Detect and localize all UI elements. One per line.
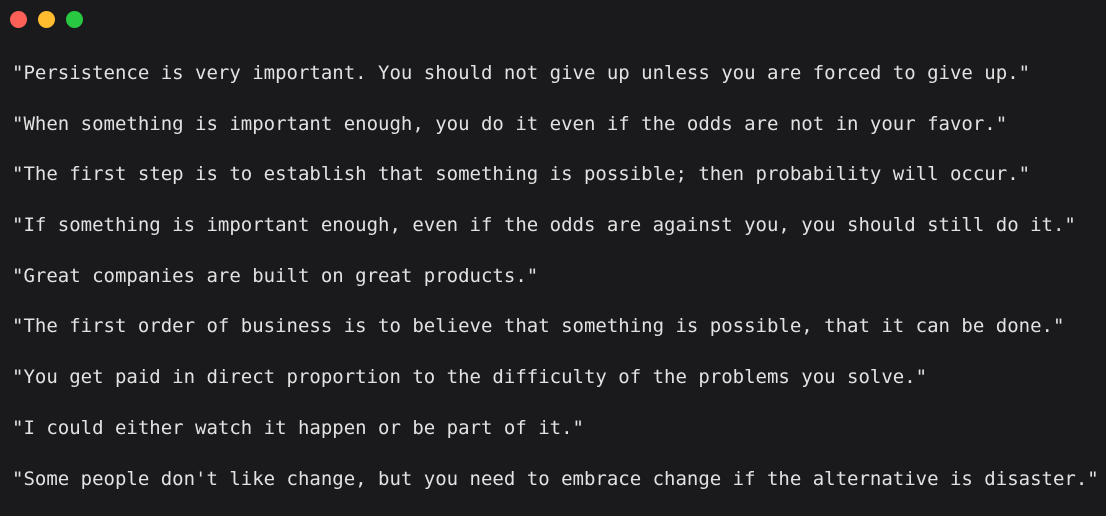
quote-line: "If something is important enough, even … bbox=[12, 212, 1099, 263]
close-button[interactable] bbox=[10, 11, 27, 28]
quote-line: "Persistence is very important. You shou… bbox=[12, 60, 1099, 111]
quote-line: "When something is important enough, you… bbox=[12, 111, 1099, 162]
quote-list: "Persistence is very important. You shou… bbox=[12, 60, 1099, 516]
quote-line: "Some people don't like change, but you … bbox=[12, 466, 1099, 516]
minimize-button[interactable] bbox=[38, 11, 55, 28]
quote-line: "I could either watch it happen or be pa… bbox=[12, 415, 1099, 466]
quote-line: "Great companies are built on great prod… bbox=[12, 263, 1099, 314]
maximize-button[interactable] bbox=[66, 11, 83, 28]
quote-line: "You get paid in direct proportion to th… bbox=[12, 364, 1099, 415]
quote-line: "The first order of business is to belie… bbox=[12, 313, 1099, 364]
window-controls bbox=[10, 11, 83, 28]
quote-line: "The first step is to establish that som… bbox=[12, 161, 1099, 212]
